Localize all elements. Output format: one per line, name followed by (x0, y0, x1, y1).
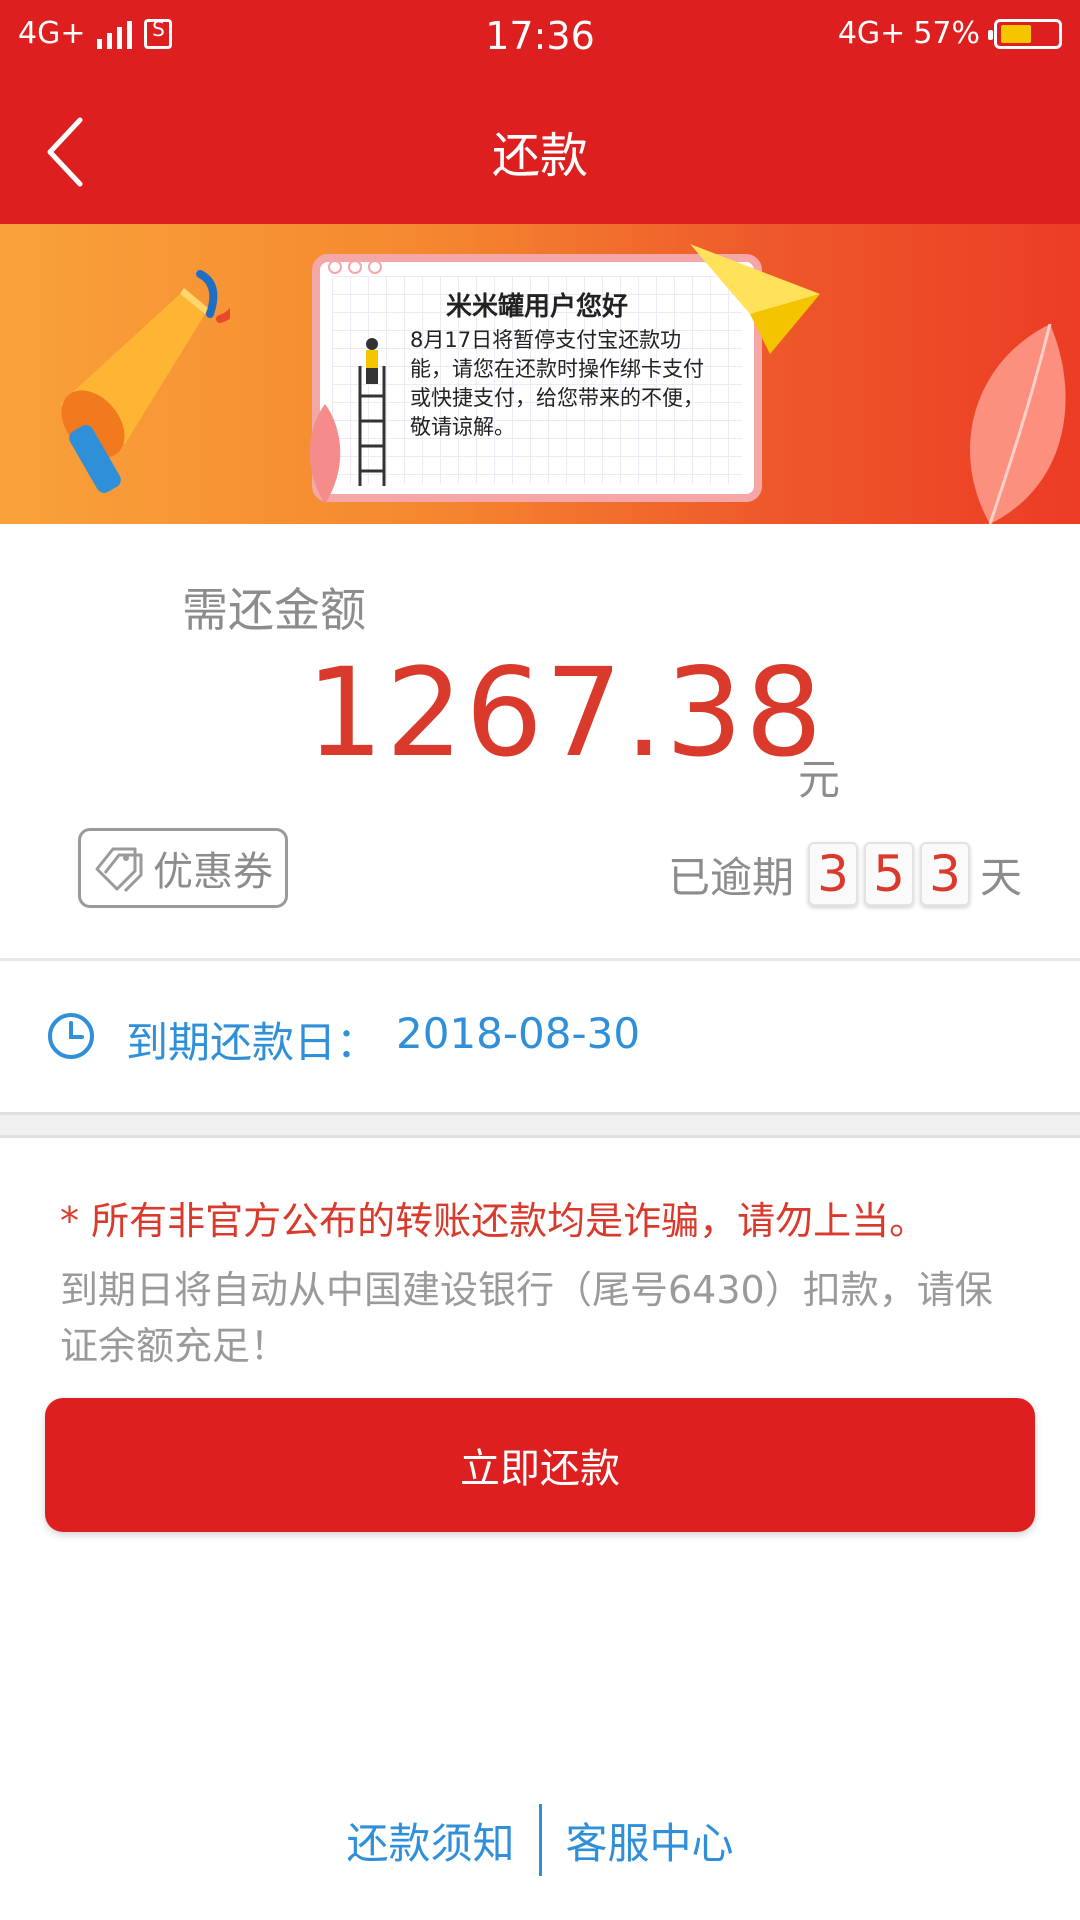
overdue-digit: 3 (808, 842, 859, 906)
overdue-counter: 已逾期 3 5 3 天 (668, 838, 1022, 910)
battery-icon (988, 18, 1062, 49)
overdue-digit: 3 (920, 842, 971, 906)
battery-percent: 57% (913, 16, 980, 51)
amount-label: 需还金额 (182, 583, 366, 637)
paper-plane-icon (690, 244, 820, 354)
overdue-label: 已逾期 (668, 852, 795, 902)
notice-banner[interactable]: 米米罐用户您好 8月17日将暂停支付宝还款功能，请您在还款时操作绑卡支付或快捷支… (0, 224, 1080, 524)
leaf-icon (970, 324, 1066, 524)
small-leaf-icon (309, 404, 341, 504)
coupon-button[interactable]: 优惠券 (78, 828, 288, 908)
due-date-value: 2018-08-30 (396, 1009, 641, 1058)
amount-unit: 元 (798, 755, 841, 804)
window-dots (328, 260, 382, 274)
amount-value: 1267.38 (306, 642, 825, 784)
coupon-tag-icon (95, 847, 143, 893)
repay-notes-link[interactable]: 还款须知 (322, 1810, 538, 1871)
due-date-label: 到期还款日： (126, 1018, 379, 1067)
clock-icon (48, 1013, 94, 1059)
megaphone-icon (60, 270, 230, 493)
repayment-page: 4G+ 17:36 4G+ 57% 还款 (0, 0, 1080, 1920)
pay-now-button[interactable]: 立即还款 (45, 1398, 1035, 1532)
auto-debit-info: 到期日将自动从中国建设银行（尾号6430）扣款，请保证余额充足！ (60, 1268, 993, 1368)
network-type-right: 4G+ (837, 16, 906, 51)
nav-header: 还款 (0, 76, 1080, 224)
top-bar: 4G+ 17:36 4G+ 57% 还款 (0, 0, 1080, 224)
overdue-digit: 5 (864, 842, 915, 906)
status-right: 4G+ 57% (838, 16, 1062, 51)
notice-body: 8月17日将暂停支付宝还款功能，请您在还款时操作绑卡支付或快捷支付，给您带来的不… (410, 328, 704, 439)
fraud-warning: * 所有非官方公布的转账还款均是诈骗，请勿上当。 (60, 1199, 928, 1243)
footer-links: 还款须知 客服中心 (0, 1800, 1080, 1880)
page-title: 还款 (491, 128, 588, 184)
ladder-icon (358, 338, 386, 486)
due-date-row: 到期还款日： 2018-08-30 (0, 961, 1080, 1113)
overdue-unit: 天 (980, 852, 1023, 902)
status-bar: 4G+ 17:36 4G+ 57% (0, 0, 1080, 76)
section-divider (0, 1112, 1080, 1138)
notice-title: 米米罐用户您好 (445, 292, 628, 322)
notice-card-content: 米米罐用户您好 8月17日将暂停支付宝还款功能，请您在还款时操作绑卡支付或快捷支… (332, 276, 742, 486)
coupon-label: 优惠券 (153, 849, 273, 895)
customer-service-link[interactable]: 客服中心 (542, 1810, 758, 1871)
